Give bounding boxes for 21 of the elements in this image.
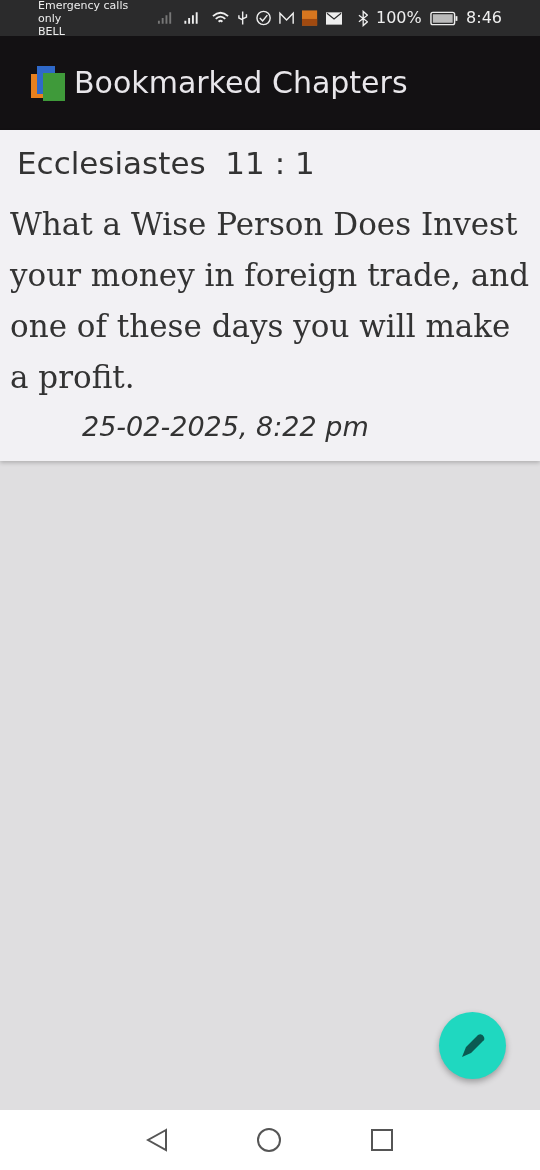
mail-app-icon bbox=[279, 11, 295, 25]
app-title: Bookmarked Chapters bbox=[74, 65, 408, 101]
bluetooth-icon bbox=[357, 9, 368, 27]
wifi-icon bbox=[211, 11, 229, 25]
home-icon[interactable] bbox=[256, 1127, 282, 1153]
bookmark-date: 25-02-2025, 8:22 pm bbox=[81, 409, 370, 444]
envelope-icon bbox=[325, 11, 342, 25]
back-icon[interactable] bbox=[146, 1128, 168, 1152]
usb-icon bbox=[236, 10, 249, 26]
app-notification-icon bbox=[302, 10, 318, 26]
edit-button[interactable] bbox=[439, 1012, 506, 1079]
books-icon bbox=[30, 64, 66, 102]
carrier-name: BELL bbox=[38, 24, 66, 38]
verse-text: What a Wise Person Does Invest your money in foreign trade, and one of these days you will make a profit. bbox=[10, 204, 530, 397]
recent-apps-icon[interactable] bbox=[370, 1128, 394, 1152]
battery-percentage: 100% bbox=[375, 7, 422, 29]
verse-reference: Ecclesiastes 11 : 1 bbox=[16, 144, 316, 183]
check-circle-icon bbox=[256, 10, 272, 26]
carrier-status-text: Emergency calls only bbox=[38, 0, 130, 25]
battery-icon bbox=[429, 10, 459, 26]
clock-time: 8:46 bbox=[466, 7, 502, 29]
